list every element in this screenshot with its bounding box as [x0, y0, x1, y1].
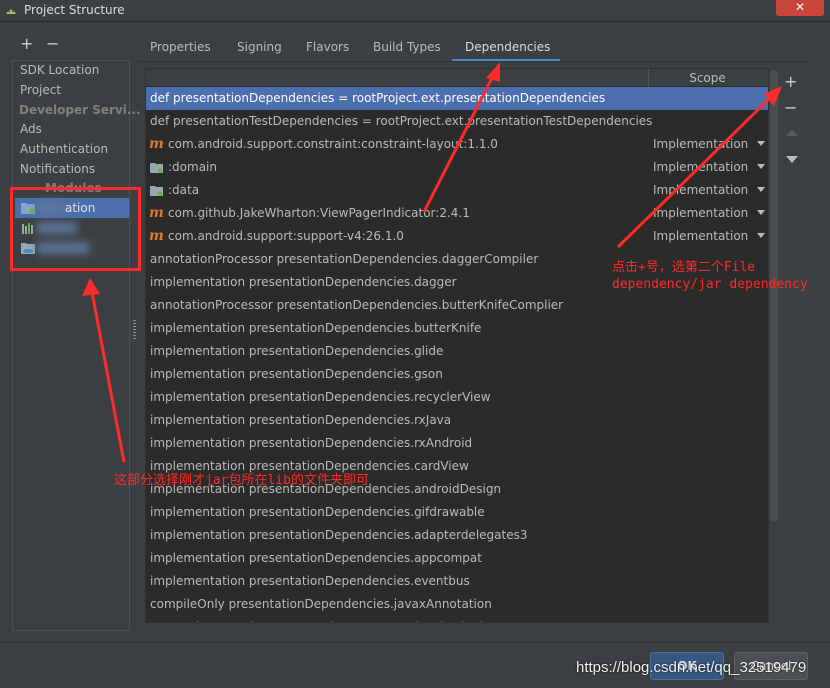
arrowhead	[486, 62, 500, 82]
annotation-arrows	[82, 62, 782, 463]
arrow-to-dependencies-tab	[422, 73, 496, 213]
arrowhead	[82, 278, 100, 296]
arrow-to-add-button	[616, 94, 774, 249]
arrow-to-modules	[90, 291, 126, 463]
